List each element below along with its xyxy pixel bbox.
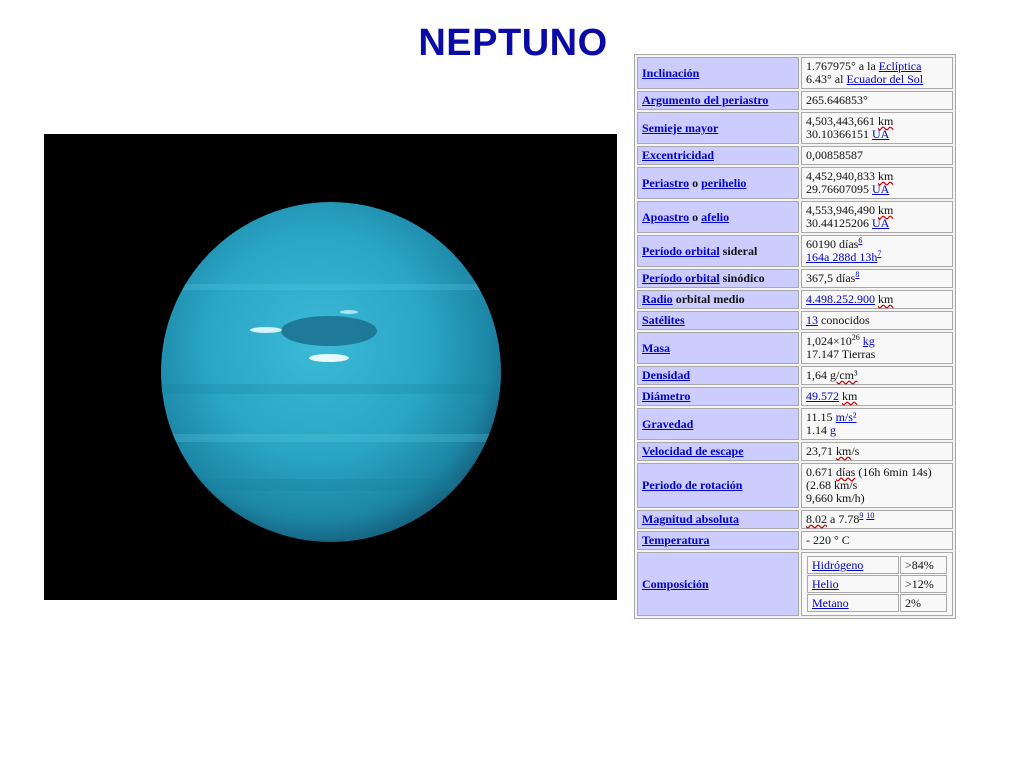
rotation-period-link[interactable]: Periodo de rotación xyxy=(642,478,742,492)
absolute-magnitude-link[interactable]: Magnitud absoluta xyxy=(642,512,739,526)
orbital-radius-link[interactable]: 4.498.252.900 xyxy=(806,292,875,306)
table-row: Diámetro 49.572 km xyxy=(637,387,953,406)
density-link[interactable]: Densidad xyxy=(642,368,690,382)
methane-link[interactable]: Metano xyxy=(812,596,849,610)
table-row: Argumento del periastro 265.646853° xyxy=(637,91,953,110)
footnote-link[interactable]: 10 xyxy=(866,511,874,520)
table-row: Composición Hidrógeno >84% Helio >12% Me… xyxy=(637,552,953,616)
table-row: Metano 2% xyxy=(807,594,947,612)
footnote-link[interactable]: 6 xyxy=(858,236,862,245)
table-row: Excentricidad 0,00858587 xyxy=(637,146,953,165)
table-row: Inclinación 1.767975° a la Eclíptica 6.4… xyxy=(637,57,953,89)
apoastro-link[interactable]: Apoastro xyxy=(642,210,689,224)
table-row: Radio orbital medio 4.498.252.900 km xyxy=(637,290,953,309)
periapsis-argument-link[interactable]: Argumento del periastro xyxy=(642,93,768,107)
semi-major-axis-link[interactable]: Semieje mayor xyxy=(642,121,718,135)
table-row: Período orbital sideral 60190 días6 164a… xyxy=(637,235,953,267)
g-link[interactable]: g xyxy=(830,423,836,437)
table-row: Hidrógeno >84% xyxy=(807,556,947,574)
table-row: Densidad 1,64 g/cm³ xyxy=(637,366,953,385)
table-row: Helio >12% xyxy=(807,575,947,593)
white-cloud xyxy=(309,354,349,362)
mass-link[interactable]: Masa xyxy=(642,341,670,355)
ms2-link[interactable]: m/s² xyxy=(836,410,857,424)
orbital-period-link[interactable]: Período orbital xyxy=(642,271,720,285)
table-row: Apoastro o afelio 4,553,946,490 km 30.44… xyxy=(637,201,953,233)
footnote-link[interactable]: 9 xyxy=(859,511,863,520)
composition-link[interactable]: Composición xyxy=(642,577,709,591)
table-row: Satélites 13 conocidos xyxy=(637,311,953,330)
table-row: Magnitud absoluta 8.02 a 7.789 10 xyxy=(637,510,953,529)
diameter-value-link[interactable]: 49.572 xyxy=(806,389,839,403)
table-row: Período orbital sinódico 367,5 días8 xyxy=(637,269,953,288)
satellites-link[interactable]: Satélites xyxy=(642,313,685,327)
table-row: Masa 1,024×1026 kg 17.147 Tierras xyxy=(637,332,953,364)
helium-link[interactable]: Helio xyxy=(812,577,839,591)
white-cloud xyxy=(250,327,282,333)
au-link[interactable]: UA xyxy=(872,127,889,141)
perihelion-link[interactable]: perihelio xyxy=(701,176,746,190)
slide-title: NEPTUNO xyxy=(418,22,608,64)
inclination-link[interactable]: Inclinación xyxy=(642,66,699,80)
aphelion-link[interactable]: afelio xyxy=(701,210,729,224)
au-link[interactable]: UA xyxy=(872,216,889,230)
neptune-planet-image xyxy=(44,134,617,600)
table-row: Periodo de rotación 0.671 días (16h 6min… xyxy=(637,463,953,508)
gravity-link[interactable]: Gravedad xyxy=(642,417,693,431)
table-row: Velocidad de escape 23,71 km/s xyxy=(637,442,953,461)
footnote-link[interactable]: 8 xyxy=(855,270,859,279)
table-row: Gravedad 11.15 m/s² 1.14 g xyxy=(637,408,953,440)
hydrogen-link[interactable]: Hidrógeno xyxy=(812,558,863,572)
eccentricity-link[interactable]: Excentricidad xyxy=(642,148,714,162)
table-row: Periastro o perihelio 4,452,940,833 km 2… xyxy=(637,167,953,199)
escape-velocity-link[interactable]: Velocidad de escape xyxy=(642,444,744,458)
neptune-photo xyxy=(44,134,617,600)
ecliptic-link[interactable]: Eclíptica xyxy=(879,59,922,73)
satellite-count-link[interactable]: 13 xyxy=(806,313,818,327)
table-row: Semieje mayor 4,503,443,661 km 30.103661… xyxy=(637,112,953,144)
periastro-link[interactable]: Periastro xyxy=(642,176,689,190)
table-row: Temperatura - 220 ° C xyxy=(637,531,953,550)
white-cloud xyxy=(340,310,358,314)
period-years-link[interactable]: 164a 288d 13h xyxy=(806,250,877,264)
footnote-link[interactable]: 7 xyxy=(877,249,881,258)
planet-data-table: Inclinación 1.767975° a la Eclíptica 6.4… xyxy=(634,54,956,619)
composition-table: Hidrógeno >84% Helio >12% Metano 2% xyxy=(806,555,948,613)
great-dark-spot xyxy=(281,316,377,346)
temperature-link[interactable]: Temperatura xyxy=(642,533,710,547)
kg-link[interactable]: kg xyxy=(863,334,875,348)
orbital-period-link[interactable]: Período orbital xyxy=(642,244,720,258)
radius-link[interactable]: Radio xyxy=(642,292,673,306)
sun-equator-link[interactable]: Ecuador del Sol xyxy=(846,72,923,86)
diameter-link[interactable]: Diámetro xyxy=(642,389,690,403)
au-link[interactable]: UA xyxy=(872,182,889,196)
